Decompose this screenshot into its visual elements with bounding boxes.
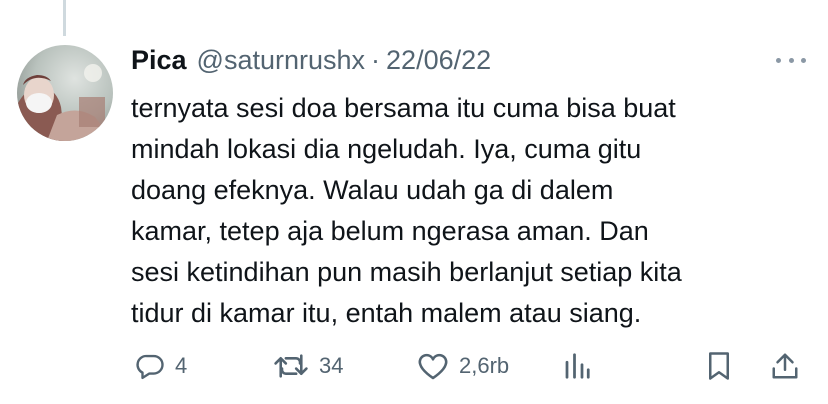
tweet-date[interactable]: 22/06/22 — [386, 45, 491, 76]
author-handle[interactable]: @saturnrushx — [197, 45, 365, 76]
retweet-count: 34 — [319, 353, 344, 378]
tweet-text-line: mindah lokasi dia ngeludah. Iya, cuma gi… — [131, 134, 642, 164]
tweet-text-line: sesi ketindihan pun masih berlanjut seti… — [131, 257, 682, 287]
bookmark-icon — [709, 352, 729, 380]
tweet-text-line: kamar, tetep aja belum ngerasa aman. Dan — [131, 216, 649, 246]
more-dot — [788, 57, 794, 63]
bookmark-button[interactable] — [705, 346, 733, 386]
tweet-header: Pica @saturnrushx · 22/06/22 — [131, 42, 491, 78]
heart-icon — [418, 353, 448, 380]
reply-button[interactable]: 4 — [135, 346, 187, 386]
more-dots-icon[interactable] — [776, 50, 806, 70]
like-count: 2,6rb — [459, 353, 510, 378]
tweet-text-line: doang efeknya. Walau udah ga di dalem — [131, 175, 614, 205]
retweet-button[interactable]: 34 — [273, 346, 343, 386]
retweet-arrows-icon — [274, 354, 308, 378]
share-upload-icon — [772, 353, 798, 379]
reply-bubble-icon — [136, 354, 164, 380]
avatar-photo — [17, 45, 113, 141]
more-dot — [776, 57, 781, 63]
like-button[interactable]: 2,6rb — [417, 346, 509, 386]
tweet-actions: 4 34 2,6rb — [131, 346, 811, 386]
share-button[interactable] — [771, 346, 799, 386]
tweet-text-line: ternyata sesi doa bersama itu cuma bisa … — [131, 93, 676, 123]
tweet-text-line: tidur di kamar itu, entah malem atau sia… — [131, 298, 642, 328]
more-dot — [801, 57, 806, 63]
header-separator: · — [371, 44, 381, 75]
tweet-text: ternyata sesi doa bersama itu cuma bisa … — [131, 88, 791, 334]
reply-count: 4 — [175, 353, 188, 378]
thread-connector-line — [63, 0, 66, 36]
avatar[interactable] — [17, 45, 113, 141]
bar-chart-icon — [565, 353, 590, 379]
author-name[interactable]: Pica — [131, 45, 187, 76]
views-button[interactable] — [563, 346, 591, 386]
